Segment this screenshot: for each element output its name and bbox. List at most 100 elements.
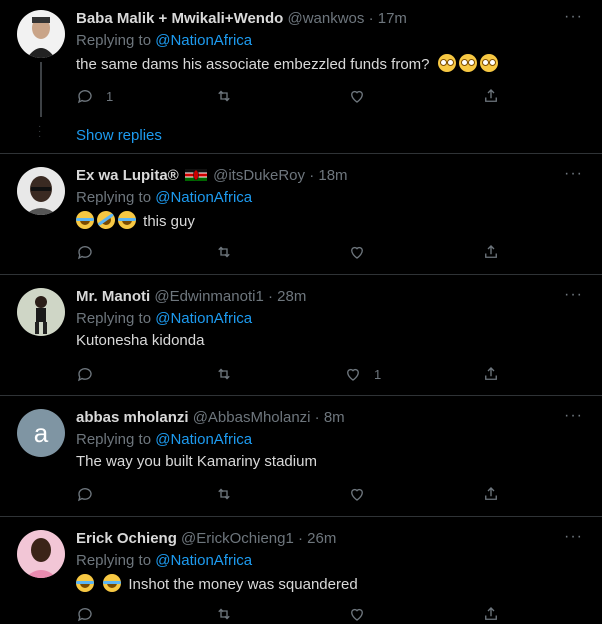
- tweet-text: The way you built Kamariny stadium: [76, 453, 317, 470]
- share-button[interactable]: [482, 484, 500, 504]
- retweet-icon: [218, 368, 230, 380]
- more-options-icon[interactable]: ···: [564, 286, 583, 304]
- replying-to: Replying to @NationAfrica: [76, 431, 252, 448]
- share-button[interactable]: [482, 604, 500, 624]
- retweet-icon: [218, 246, 230, 258]
- timestamp[interactable]: 26m: [307, 530, 336, 547]
- thread-dots: · · ·: [38, 121, 42, 142]
- avatar[interactable]: [17, 530, 65, 578]
- more-options-icon[interactable]: ···: [564, 407, 583, 425]
- reply-button[interactable]: [76, 604, 94, 624]
- more-options-icon[interactable]: ···: [564, 528, 583, 546]
- replying-to-label: Replying to: [76, 552, 152, 569]
- avatar-photo: [17, 530, 65, 578]
- timestamp[interactable]: 17m: [378, 10, 407, 27]
- display-name[interactable]: Mr. Manoti: [76, 288, 150, 305]
- display-name[interactable]: Baba Malik + Mwikali+Wendo: [76, 10, 283, 27]
- tweet-header: Ex wa Lupita® @itsDukeRoy · 18m: [76, 167, 348, 184]
- mention-link[interactable]: @NationAfrica: [155, 189, 252, 206]
- separator-dot: ·: [309, 167, 315, 184]
- joy-emoji-icon: [76, 211, 94, 229]
- avatar-letter: a: [33, 417, 49, 448]
- avatar[interactable]: a: [17, 409, 65, 457]
- flushed-emoji-icon: [458, 54, 477, 72]
- like-count: 1: [374, 366, 382, 382]
- reply-count: 1: [106, 88, 114, 104]
- reply-button[interactable]: [76, 484, 94, 504]
- user-handle[interactable]: @wankwos: [287, 10, 364, 27]
- heart-icon: [347, 368, 359, 381]
- show-replies-link[interactable]: Show replies: [76, 127, 162, 144]
- reply-button[interactable]: [76, 242, 94, 262]
- mention-link[interactable]: @NationAfrica: [155, 310, 252, 327]
- display-name[interactable]: abbas mholanzi: [76, 409, 189, 426]
- mention-link[interactable]: @NationAfrica: [155, 552, 252, 569]
- like-button[interactable]: [348, 86, 366, 106]
- retweet-button[interactable]: [215, 604, 233, 624]
- user-handle[interactable]: @itsDukeRoy: [213, 167, 305, 184]
- thread-line: [40, 62, 42, 117]
- tweet-header: Erick Ochieng @ErickOchieng1 · 26m: [76, 530, 336, 547]
- replying-to-label: Replying to: [76, 310, 152, 327]
- tweet-text: Inshot the money was squandered: [76, 574, 358, 593]
- retweet-button[interactable]: [215, 86, 233, 106]
- reply-icon: [77, 488, 92, 502]
- reply-icon: [77, 246, 92, 260]
- like-button[interactable]: [348, 242, 366, 262]
- mention-link[interactable]: @NationAfrica: [155, 431, 252, 448]
- divider: [0, 153, 602, 154]
- separator-dot: ·: [314, 409, 320, 426]
- tweet-actions: 1: [76, 86, 526, 106]
- replying-to-label: Replying to: [76, 32, 152, 49]
- tweet-actions: [76, 242, 526, 262]
- tweet-text-content: the same dams his associate embezzled fu…: [76, 56, 430, 73]
- separator-dot: ·: [368, 10, 374, 27]
- mention-link[interactable]: @NationAfrica: [155, 32, 252, 49]
- like-button[interactable]: [348, 484, 366, 504]
- tweet-header: Baba Malik + Mwikali+Wendo @wankwos · 17…: [76, 10, 407, 27]
- avatar[interactable]: [17, 288, 65, 336]
- reply-button[interactable]: [76, 364, 94, 384]
- tweet-text: this guy: [76, 207, 195, 233]
- heart-icon: [351, 608, 363, 621]
- share-icon: [485, 487, 497, 500]
- retweet-button[interactable]: [215, 242, 233, 262]
- share-button[interactable]: [482, 86, 500, 106]
- avatar[interactable]: [17, 167, 65, 215]
- divider: [0, 274, 602, 275]
- share-icon: [485, 607, 497, 620]
- like-button[interactable]: [348, 604, 366, 624]
- retweet-button[interactable]: [215, 484, 233, 504]
- display-name[interactable]: Ex wa Lupita®: [76, 167, 179, 184]
- tweet-text-content: Inshot the money was squandered: [128, 576, 358, 593]
- more-options-icon[interactable]: ···: [564, 8, 583, 26]
- user-handle[interactable]: @Edwinmanoti1: [154, 288, 263, 305]
- display-name[interactable]: Erick Ochieng: [76, 530, 177, 547]
- kenya-flag-icon: [184, 169, 207, 181]
- divider: [0, 395, 602, 396]
- replying-to: Replying to @NationAfrica: [76, 189, 252, 206]
- more-options-icon[interactable]: ···: [564, 165, 583, 183]
- tweet-text: the same dams his associate embezzled fu…: [76, 54, 501, 73]
- timestamp[interactable]: 8m: [324, 409, 345, 426]
- share-button[interactable]: [482, 364, 500, 384]
- reply-button[interactable]: 1: [76, 86, 113, 106]
- user-handle[interactable]: @AbbasMholanzi: [193, 409, 311, 426]
- share-icon: [485, 245, 497, 258]
- reply-icon: [77, 368, 92, 382]
- timestamp[interactable]: 18m: [318, 167, 347, 184]
- tweet-actions: 1: [76, 364, 526, 384]
- like-button[interactable]: 1: [344, 364, 381, 384]
- retweet-icon: [218, 608, 230, 620]
- share-button[interactable]: [482, 242, 500, 262]
- retweet-icon: [218, 488, 230, 500]
- tweet-header: abbas mholanzi @AbbasMholanzi · 8m: [76, 409, 345, 426]
- avatar[interactable]: [17, 10, 65, 58]
- timestamp[interactable]: 28m: [277, 288, 306, 305]
- user-handle[interactable]: @ErickOchieng1: [181, 530, 294, 547]
- joy-emoji-icon: [103, 574, 122, 592]
- rofl-emoji-icon: [93, 207, 119, 233]
- retweet-button[interactable]: [215, 364, 233, 384]
- share-icon: [485, 89, 497, 102]
- tweet-actions: [76, 484, 526, 504]
